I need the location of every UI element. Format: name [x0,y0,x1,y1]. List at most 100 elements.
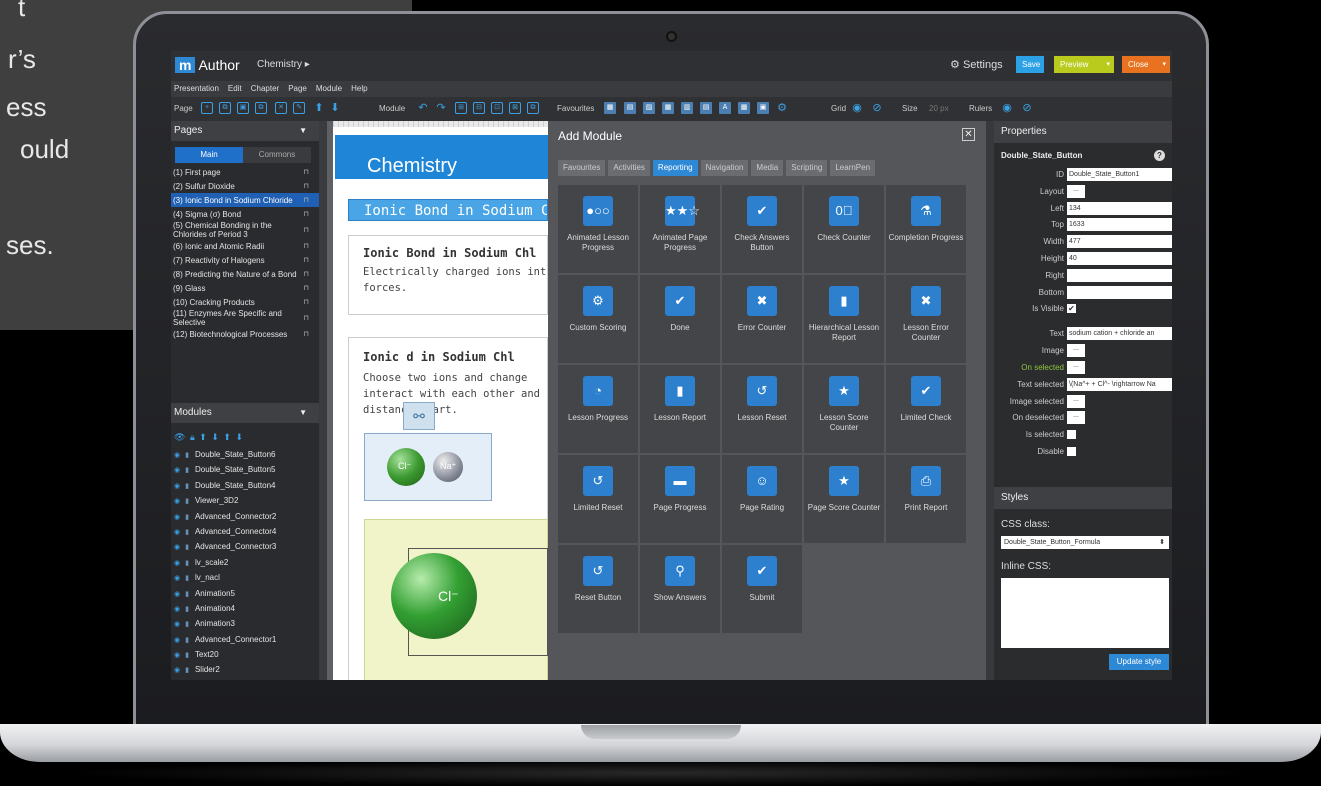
lock-icon[interactable]: ▮ [185,606,189,613]
page-link-icon[interactable]: ⊓ [304,298,309,307]
module-tile[interactable]: ⚗ Completion Progress [886,185,966,273]
pages-panel-header[interactable]: Pages ▼ [171,121,319,141]
align-icon[interactable]: ⊞ [455,102,467,114]
page-list-item[interactable]: (12) Biotechnological Processes ⊓ [171,327,319,341]
property-checkbox[interactable] [1067,430,1076,440]
favourite-module-icon[interactable]: ▦ [604,102,616,114]
lock-icon[interactable]: ▮ [185,529,189,536]
page-link-icon[interactable]: ⊓ [304,270,309,279]
save-button[interactable]: Save [1016,56,1044,73]
module-list-item[interactable]: ◉ ▮ Advanced_Connector4 [171,524,319,539]
page-link-icon[interactable]: ⊓ [304,256,309,265]
text-module[interactable]: Ionic Bond in Sodium Chl Electrically ch… [348,235,548,315]
property-button[interactable]: ... [1067,184,1085,198]
page-list-item[interactable]: (7) Reactivity of Halogens ⊓ [171,253,319,267]
eye-icon[interactable]: ◉ [174,498,180,505]
property-input[interactable]: sodium cation + chloride an [1067,327,1172,341]
module-list-item[interactable]: ◉ ▮ Advanced_Connector1 [171,632,319,647]
favourite-image-icon[interactable]: ▨ [643,102,655,114]
tab-commons[interactable]: Commons [243,147,311,163]
ungroup-icon[interactable]: ⊠ [509,102,521,114]
arrow-up-icon[interactable]: ⬆ [223,432,232,442]
page-list-item[interactable]: (4) Sigma (σ) Bond ⊓ [171,207,319,221]
settings-button[interactable]: ⚙ Settings [950,58,1003,71]
module-list-item[interactable]: ◉ ▮ Double_State_Button6 [171,447,319,462]
panel-splitter[interactable] [986,121,994,680]
module-list-item[interactable]: ◉ ▮ Animation5 [171,586,319,601]
menu-presentation[interactable]: Presentation [171,81,225,97]
tab-activities[interactable]: Activities [608,160,650,176]
eye-icon[interactable]: ◉ [851,102,863,114]
property-checkbox[interactable] [1067,447,1076,456]
collapse-icon[interactable]: ▼ [299,121,307,141]
module-tile[interactable]: ⎙ Print Report [886,455,966,543]
module-tile[interactable]: ◔ Lesson Progress [558,365,638,453]
page-link-icon[interactable]: ⊓ [304,330,309,339]
update-style-button[interactable]: Update style [1109,654,1169,670]
page-link-icon[interactable]: ⊓ [304,284,309,293]
property-button[interactable]: ... [1067,394,1085,408]
module-list-item[interactable]: ◉ ▮ Double_State_Button4 [171,478,319,493]
property-input[interactable] [1067,285,1172,299]
tab-media[interactable]: Media [751,160,784,176]
tab-navigation[interactable]: Navigation [700,160,749,176]
eye-icon[interactable]: ◉ [174,514,180,521]
tab-reporting[interactable]: Reporting [652,160,698,176]
page-list-item[interactable]: (3) Ionic Bond in Sodium Chloride ⊓ [171,193,319,207]
edit-page-icon[interactable]: ✎ [293,102,305,114]
tab-scripting[interactable]: Scripting [786,160,828,176]
eye-icon[interactable]: ◉ [174,591,180,598]
module-tile[interactable]: ★★☆ Animated Page Progress [640,185,720,273]
help-icon[interactable]: ? [1154,150,1165,161]
property-checkbox[interactable]: ✔ [1067,304,1076,314]
page-list-item[interactable]: (11) Enzymes Are Specific and Selective ⊓ [171,309,319,327]
property-input[interactable]: \(Na^+ + Cl^- \rightarrow Na [1067,377,1172,391]
copy-page-icon[interactable]: ⧉ [219,102,231,114]
eye-icon[interactable]: ◉ [174,529,180,536]
duplicate-page-icon[interactable]: ⧉ [255,102,267,114]
lock-icon[interactable]: ▮ [185,621,189,628]
eye-icon[interactable]: ◉ [174,452,180,459]
lock-icon[interactable]: ▮ [185,498,189,505]
eye-icon[interactable]: ◉ [174,621,180,628]
property-input[interactable]: 1633 [1067,218,1172,232]
module-tile[interactable]: ⚙ Custom Scoring [558,275,638,363]
add-page-icon[interactable]: + [201,102,213,114]
module-list-item[interactable]: ◉ ▮ Advanced_Connector2 [171,509,319,524]
image-page-icon[interactable]: ▣ [237,102,249,114]
page-canvas[interactable]: Chemistry Ionic Bond in Sodium C Ionic B… [333,127,548,680]
close-icon[interactable]: ✕ [962,128,975,141]
menu-page[interactable]: Page [285,81,313,97]
undo-icon[interactable]: ↶ [417,102,429,114]
menu-chapter[interactable]: Chapter [248,81,285,97]
module-list-item[interactable]: ◉ ▮ Advanced_Connector3 [171,539,319,554]
rulers-toggle-icon[interactable]: ⊘ [1021,102,1033,114]
page-list-item[interactable]: (1) First page ⊓ [171,165,319,179]
module-tile[interactable]: ▮ Hierarchical Lesson Report [804,275,884,363]
distribute-icon[interactable]: ⊟ [473,102,485,114]
menu-edit[interactable]: Edit [225,81,248,97]
property-input[interactable] [1067,268,1172,282]
lock-icon[interactable]: ▮ [185,452,189,459]
module-list-item[interactable]: ◉ ▮ lv_scale2 [171,555,319,570]
menu-module[interactable]: Module [313,81,348,97]
inline-css-textarea[interactable] [1001,578,1169,648]
preview-button[interactable]: Preview ▾ [1054,56,1114,73]
page-list-item[interactable]: (8) Predicting the Nature of a Bond ⊓ [171,267,319,281]
eye-icon[interactable]: ◉ [174,637,180,644]
property-button[interactable]: ... [1067,344,1085,358]
property-input[interactable]: 134 [1067,201,1172,215]
module-list-item[interactable]: ◉ ▮ Double_State_Button5 [171,462,319,477]
favourite-module-icon[interactable]: ▦ [738,102,750,114]
close-button[interactable]: Close ▾ [1122,56,1170,73]
modules-panel-header[interactable]: Modules ▼ [171,403,319,423]
eye-icon[interactable]: ◉ [174,575,180,582]
module-tile[interactable]: ★ Page Score Counter [804,455,884,543]
page-list-item[interactable]: (5) Chemical Bonding in the Chlorides of… [171,221,319,239]
page-header-bar[interactable]: Chemistry [335,135,548,179]
arrow-down-icon[interactable]: ⬇ [211,432,220,442]
module-tile[interactable]: ✖ Error Counter [722,275,802,363]
property-input[interactable]: 40 [1067,252,1172,265]
module-tile[interactable]: ☺ Page Rating [722,455,802,543]
page-link-icon[interactable]: ⊓ [304,314,309,323]
